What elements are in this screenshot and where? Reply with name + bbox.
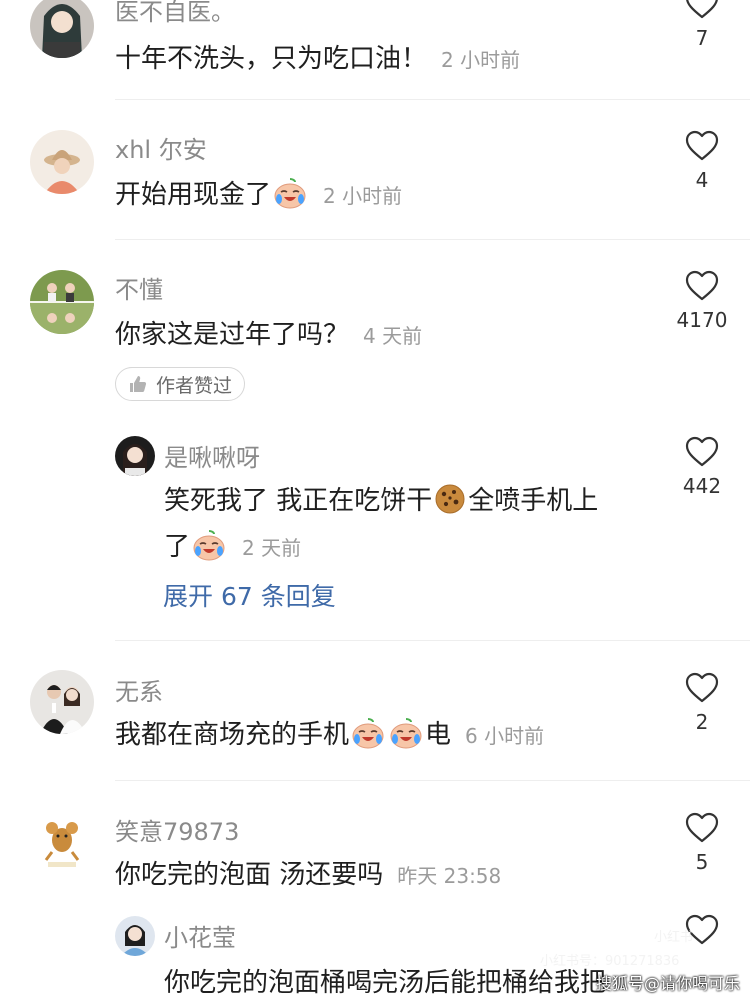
cookie-emoji: [435, 484, 465, 514]
divider: [115, 99, 750, 100]
comment-2-username[interactable]: xhl 尔安: [115, 130, 207, 165]
heart-outline-icon: [685, 672, 719, 703]
divider: [115, 780, 750, 781]
comment-1-time: 2 小时前: [441, 48, 521, 72]
avatar-comment-2[interactable]: [30, 130, 94, 194]
comment-1-username[interactable]: 医不自医。: [115, 0, 235, 27]
reply-3-text-line1: 笑死我了 我正在吃饼干 全喷手机上: [164, 480, 598, 517]
comment-1-body: 十年不洗头，只为吃口油！: [115, 44, 428, 74]
like-count: 2: [695, 710, 709, 734]
reply-3-text-line2: 了 2 天前: [164, 526, 301, 563]
comment-4-body-part2: 电: [425, 720, 452, 750]
expand-replies-link[interactable]: 展开 67 条回复: [163, 577, 336, 613]
like-count: 7: [695, 26, 709, 50]
like-count: 4: [695, 168, 709, 192]
author-liked-badge: 作者赞过: [115, 367, 246, 401]
heart-outline-icon: [686, 0, 718, 19]
comment-3-username[interactable]: 不懂: [115, 270, 163, 305]
reply-3-body-part3: 了: [164, 532, 191, 562]
comment-1-text: 十年不洗头，只为吃口油！ 2 小时前: [115, 38, 520, 75]
overlay-watermark-id: 小红书号：901271836: [540, 954, 680, 969]
comment-2-text: 开始用现金了 2 小时前: [115, 174, 402, 211]
like-button-comment-4[interactable]: 2: [670, 672, 734, 734]
avatar-reply-3[interactable]: [115, 436, 155, 476]
reply-3-time: 2 天前: [242, 536, 302, 560]
comment-4-body-part1: 我都在商场充的手机: [115, 720, 350, 750]
heart-outline-icon: [685, 130, 719, 161]
avatar-comment-4[interactable]: [30, 670, 94, 734]
avatar-comment-1[interactable]: [30, 0, 94, 58]
comment-3-time: 4 天前: [363, 324, 423, 348]
heart-outline-icon: [685, 436, 719, 467]
crying-face-emoji: [390, 718, 422, 749]
comment-5-time: 昨天 23:58: [397, 864, 502, 888]
comment-4-text: 我都在商场充的手机 电 6 小时前: [115, 714, 544, 751]
crying-face-emoji: [274, 178, 306, 209]
heart-outline-icon: [685, 812, 719, 843]
like-count: 4170: [676, 308, 728, 332]
comment-4-time: 6 小时前: [465, 724, 545, 748]
like-count: 5: [695, 850, 709, 874]
comment-3-body: 你家这是过年了吗？: [115, 320, 350, 350]
comment-3-text: 你家这是过年了吗？ 4 天前: [115, 314, 422, 351]
comment-2-time: 2 小时前: [323, 184, 403, 208]
reply-3-body-part2: 全喷手机上: [468, 486, 599, 516]
comment-4-username[interactable]: 无系: [115, 672, 163, 707]
thumb-up-icon: [130, 376, 147, 392]
reply-3-username[interactable]: 是啾啾呀: [164, 438, 260, 473]
like-button-comment-5[interactable]: 5: [670, 812, 734, 874]
comment-5-text: 你吃完的泡面 汤还要吗 昨天 23:58: [115, 854, 501, 891]
footer-watermark: 搜狐号@请你喝可乐: [595, 974, 740, 993]
avatar-comment-5[interactable]: [30, 810, 94, 874]
avatar-comment-3[interactable]: [30, 270, 94, 334]
like-button-reply-3[interactable]: 442: [670, 436, 734, 498]
overlay-watermark-logo: 小红书: [654, 930, 694, 945]
crying-face-emoji: [193, 530, 225, 561]
like-button-comment-1[interactable]: 7: [670, 0, 734, 50]
crying-face-emoji: [352, 718, 384, 749]
divider: [115, 239, 750, 240]
like-count: 442: [682, 474, 722, 498]
comment-5-username[interactable]: 笑意79873: [115, 812, 239, 847]
author-liked-label: 作者赞过: [156, 374, 233, 397]
heart-outline-icon: [685, 270, 719, 301]
divider: [115, 640, 750, 641]
like-button-comment-3[interactable]: 4170: [670, 270, 734, 332]
comment-5-body: 你吃完的泡面 汤还要吗: [115, 860, 384, 890]
avatar-reply-5[interactable]: [115, 916, 155, 956]
like-button-comment-2[interactable]: 4: [670, 130, 734, 192]
reply-5-username[interactable]: 小花莹: [164, 918, 236, 953]
reply-3-body-part1: 笑死我了 我正在吃饼干: [164, 486, 433, 516]
comment-2-body: 开始用现金了: [115, 180, 272, 210]
